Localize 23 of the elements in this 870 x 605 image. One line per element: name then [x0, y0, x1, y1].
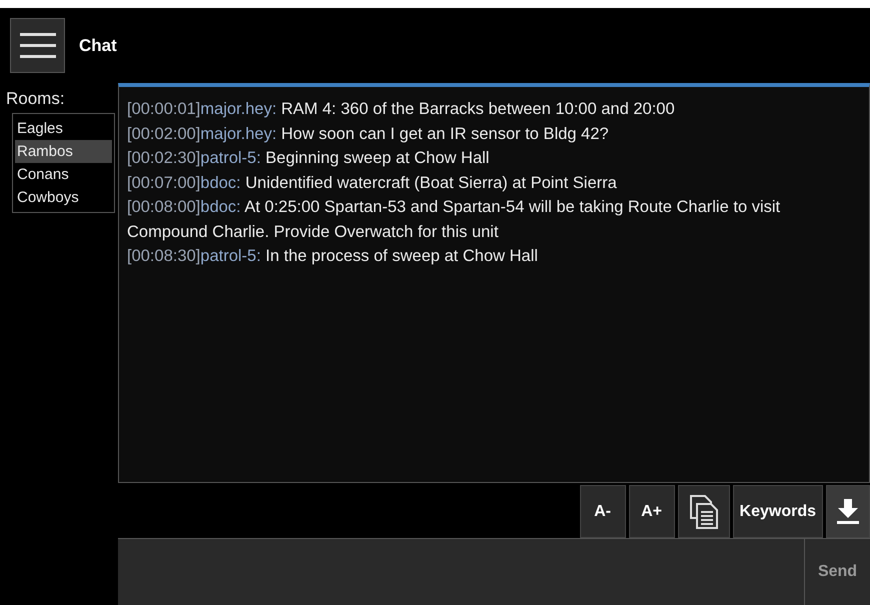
- room-item[interactable]: Rambos: [15, 140, 112, 163]
- window-title: Chat: [79, 34, 117, 57]
- room-item[interactable]: Eagles: [15, 117, 112, 140]
- chat-message: [00:00:01]major.hey: RAM 4: 360 of the Barracks between 10:00 and 20:00: [127, 99, 676, 120]
- copy-icon: [688, 494, 719, 530]
- rooms-label: Rooms:: [6, 88, 66, 110]
- message-input[interactable]: [118, 538, 804, 605]
- download-button[interactable]: [826, 485, 870, 538]
- font-larger-button[interactable]: A+: [628, 485, 675, 538]
- copy-button[interactable]: [678, 485, 730, 538]
- room-item[interactable]: Conans: [15, 163, 112, 186]
- chat-message: [00:02:00]major.hey: How soon can I get an IR sensor to Bldg 42?: [127, 124, 610, 144]
- font-smaller-button[interactable]: A-: [580, 485, 626, 538]
- chat-message: [00:08:00]bdoc: At 0:25:00 Spartan-53 and Spartan-54 will be taking Route Charlie to visit Compound Charlie. Provide Overwatch for this unit: [127, 197, 782, 242]
- menu-icon: [20, 30, 56, 60]
- keywords-button[interactable]: Keywords: [732, 485, 823, 538]
- menu-button[interactable]: [10, 18, 65, 73]
- send-button[interactable]: Send: [804, 538, 870, 605]
- chat-message: [00:07:00]bdoc: Unidentified watercraft (Boat Sierra) at Point Sierra: [127, 172, 618, 194]
- room-item[interactable]: Cowboys: [15, 186, 112, 209]
- chat-message: [00:02:30]patrol-5: Beginning sweep at Chow Hall: [127, 148, 490, 169]
- download-icon: [837, 498, 859, 524]
- chat-message: [00:08:30]patrol-5: In the process of sweep at Chow Hall: [127, 246, 539, 267]
